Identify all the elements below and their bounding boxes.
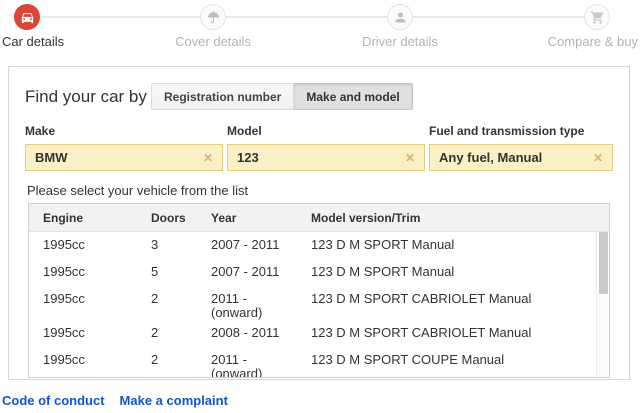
cell-doors: 2	[151, 353, 211, 377]
vehicle-table: Engine Doors Year Model version/Trim 199…	[28, 203, 610, 378]
cell-year: 2007 - 2011	[211, 238, 311, 252]
vehicle-table-body: 1995cc 3 2007 - 2011 123 D M SPORT Manua…	[29, 232, 609, 377]
vehicle-row-5[interactable]: 1995cc 2 2011 - (onward) 123 D M SPORT C…	[29, 347, 609, 377]
make-label: Make	[25, 124, 223, 138]
select-vehicle-prompt: Please select your vehicle from the list	[27, 183, 613, 198]
clear-fuel-icon[interactable]: ✕	[593, 152, 603, 164]
make-and-model-button[interactable]: Make and model	[294, 83, 412, 110]
vehicle-fields-row: Make BMW ✕ Model 123 ✕ Fuel and transmis…	[9, 110, 629, 171]
cell-year: 2007 - 2011	[211, 265, 311, 279]
make-a-complaint-link[interactable]: Make a complaint	[120, 393, 228, 408]
vehicle-table-header: Engine Doors Year Model version/Trim	[29, 204, 609, 232]
step-label-car-details: Car details	[2, 34, 64, 49]
fuel-transmission-field[interactable]: Any fuel, Manual ✕	[429, 144, 613, 171]
column-header-doors: Doors	[151, 211, 211, 225]
cell-engine: 1995cc	[29, 265, 151, 279]
model-field[interactable]: 123 ✕	[227, 144, 425, 171]
panel-header: Find your car by Registration number Mak…	[9, 67, 629, 110]
make-field[interactable]: BMW ✕	[25, 144, 223, 171]
clear-model-icon[interactable]: ✕	[405, 152, 415, 164]
cell-year: 2011 - (onward)	[211, 353, 311, 377]
page-title: Find your car by	[25, 87, 151, 107]
cell-trim: 123 D M SPORT COUPE Manual	[311, 353, 609, 377]
make-value: BMW	[35, 150, 68, 165]
column-header-year: Year	[211, 211, 311, 225]
vehicle-row-4[interactable]: 1995cc 2 2008 - 2011 123 D M SPORT CABRI…	[29, 320, 609, 347]
cart-icon	[590, 10, 605, 25]
registration-number-button[interactable]: Registration number	[151, 83, 294, 110]
model-value: 123	[237, 150, 259, 165]
car-icon	[20, 10, 35, 25]
cell-engine: 1995cc	[29, 353, 151, 377]
table-scrollbar[interactable]	[596, 232, 609, 377]
person-icon	[393, 10, 408, 25]
fuel-transmission-value: Any fuel, Manual	[439, 150, 542, 165]
step-driver-details	[387, 4, 413, 30]
model-label: Model	[227, 124, 425, 138]
cell-doors: 5	[151, 265, 211, 279]
table-scrollbar-thumb[interactable]	[599, 232, 608, 294]
vehicle-row-2[interactable]: 1995cc 5 2007 - 2011 123 D M SPORT Manua…	[29, 259, 609, 286]
cell-year: 2008 - 2011	[211, 326, 311, 340]
cell-engine: 1995cc	[29, 238, 151, 252]
cell-trim: 123 D M SPORT CABRIOLET Manual	[311, 326, 609, 340]
make-field-group: Make BMW ✕	[25, 124, 223, 171]
step-cover-details	[200, 4, 226, 30]
column-header-engine: Engine	[29, 211, 151, 225]
vehicle-row-3[interactable]: 1995cc 2 2011 - (onward) 123 D M SPORT C…	[29, 286, 609, 320]
vehicle-row-1[interactable]: 1995cc 3 2007 - 2011 123 D M SPORT Manua…	[29, 232, 609, 259]
umbrella-icon	[206, 10, 221, 25]
footer-links: Code of conduct Make a complaint	[2, 393, 228, 408]
cell-doors: 2	[151, 326, 211, 340]
cell-engine: 1995cc	[29, 326, 151, 340]
clear-make-icon[interactable]: ✕	[203, 152, 213, 164]
cell-trim: 123 D M SPORT CABRIOLET Manual	[311, 292, 609, 320]
cell-doors: 2	[151, 292, 211, 320]
cell-trim: 123 D M SPORT Manual	[311, 238, 609, 252]
cell-engine: 1995cc	[29, 292, 151, 320]
column-header-trim: Model version/Trim	[311, 211, 609, 225]
stepper-connector-line	[27, 16, 597, 18]
code-of-conduct-link[interactable]: Code of conduct	[2, 393, 105, 408]
model-field-group: Model 123 ✕	[227, 124, 425, 171]
step-car-details[interactable]	[14, 4, 40, 30]
step-compare-buy	[584, 4, 610, 30]
cell-year: 2011 - (onward)	[211, 292, 311, 320]
find-car-panel: Find your car by Registration number Mak…	[8, 66, 630, 380]
cell-doors: 3	[151, 238, 211, 252]
step-label-driver-details: Driver details	[362, 34, 438, 49]
cell-trim: 123 D M SPORT Manual	[311, 265, 609, 279]
fuel-transmission-label: Fuel and transmission type	[429, 124, 613, 138]
step-label-cover-details: Cover details	[175, 34, 251, 49]
search-mode-toggle: Registration number Make and model	[151, 83, 413, 110]
fuel-field-group: Fuel and transmission type Any fuel, Man…	[429, 124, 613, 171]
step-label-compare-buy: Compare & buy	[548, 34, 638, 49]
progress-stepper: Car details Cover details Driver details…	[0, 0, 640, 50]
